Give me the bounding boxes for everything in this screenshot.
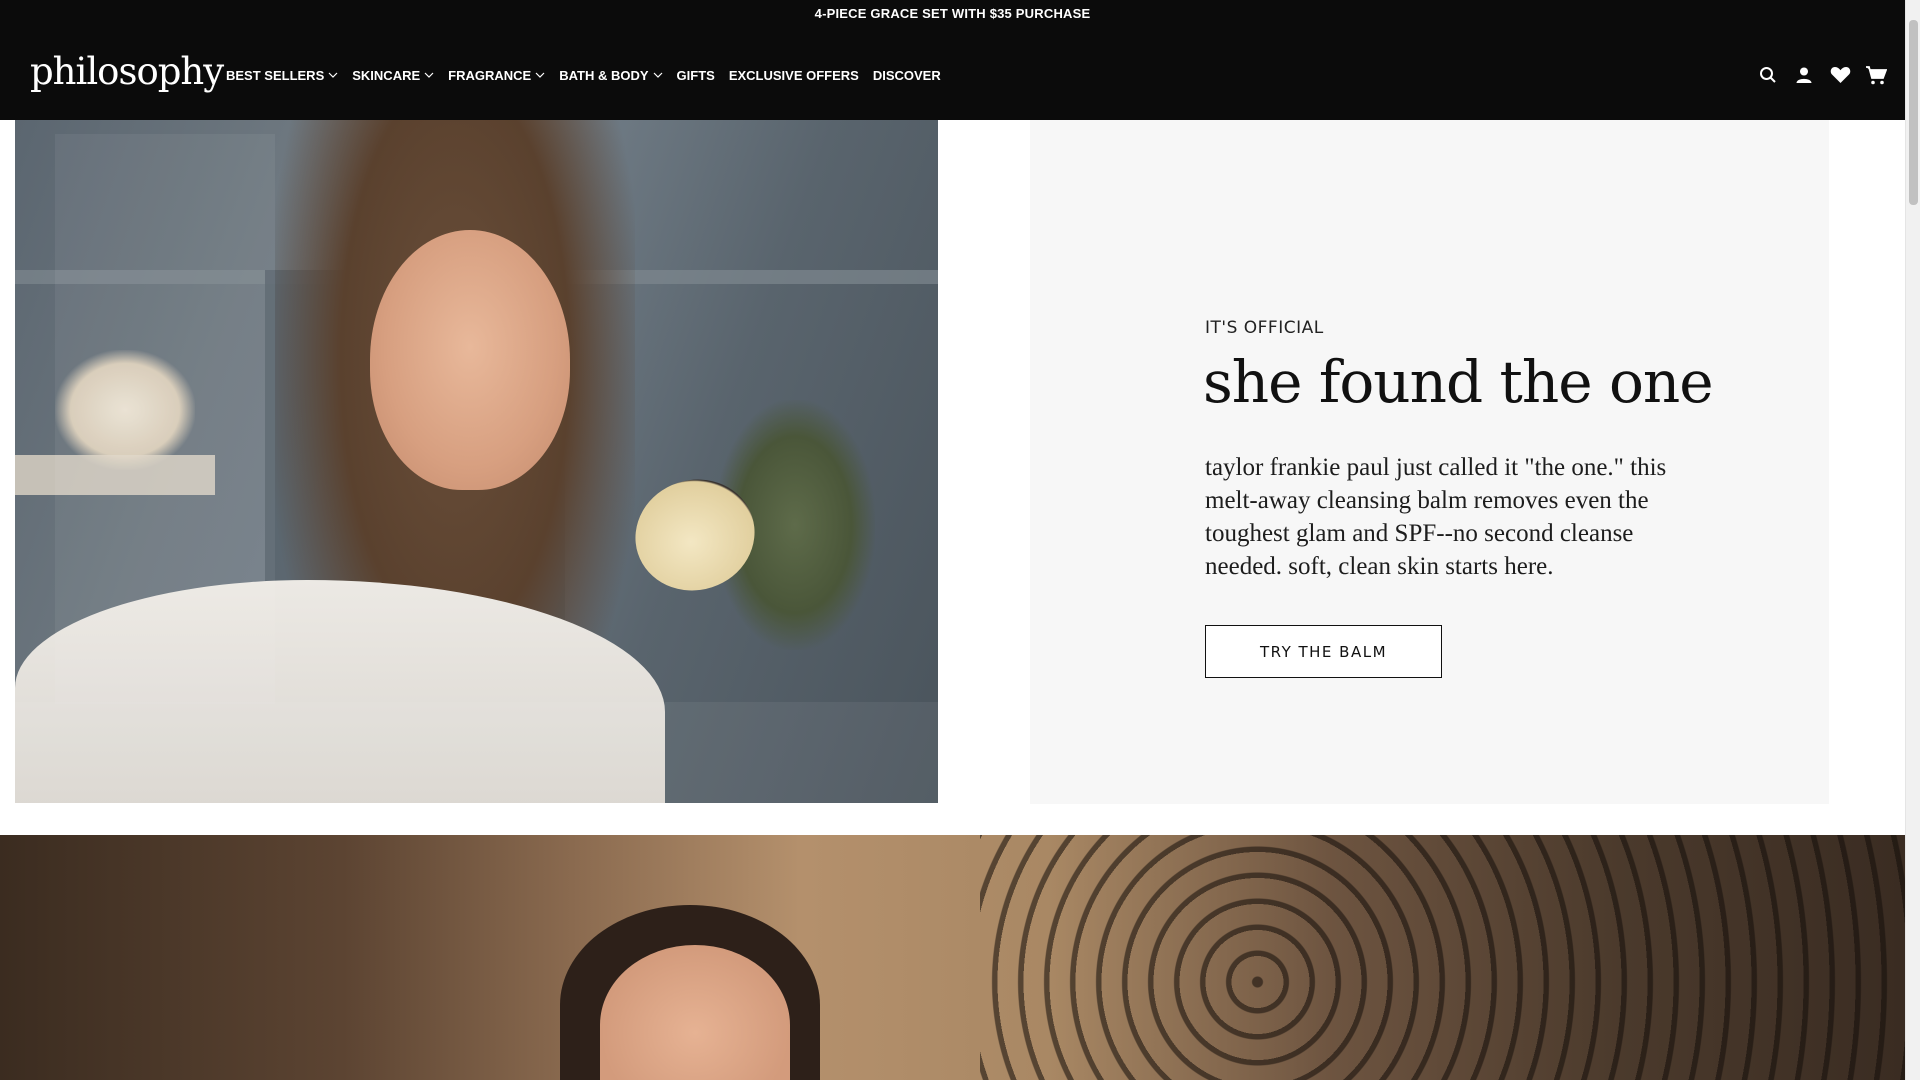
nav-item-discover[interactable]: DISCOVER (873, 66, 941, 84)
nav-item-best-sellers[interactable]: BEST SELLERS (226, 66, 338, 84)
cart-icon[interactable] (1865, 64, 1887, 86)
search-icon[interactable] (1757, 64, 1779, 86)
hero-video[interactable] (15, 120, 938, 803)
nav-item-label: EXCLUSIVE OFFERS (728, 67, 859, 83)
site-header: philosophy BEST SELLERS SKINCARE FRAGRAN… (0, 28, 1905, 120)
nav-item-label: GIFTS (676, 67, 715, 83)
hero-text-card: IT'S OFFICIAL she found the one taylor f… (1030, 120, 1829, 804)
video-person-face (370, 230, 570, 490)
chevron-down-icon (653, 70, 663, 80)
nav-item-label: BEST SELLERS (226, 67, 325, 83)
account-icon[interactable] (1793, 64, 1815, 86)
scrollbar-thumb[interactable] (1909, 20, 1918, 205)
page-scrollbar[interactable] (1905, 0, 1920, 1080)
nav-item-bath-body[interactable]: BATH & BODY (559, 66, 662, 84)
nav-item-gifts[interactable]: GIFTS (677, 66, 715, 84)
nav-item-label: FRAGRANCE (448, 67, 532, 83)
wishlist-heart-icon[interactable] (1829, 64, 1851, 86)
header-icons (1757, 64, 1887, 86)
secondary-hero-image[interactable] (0, 835, 1905, 1080)
nav-item-exclusive-offers[interactable]: EXCLUSIVE OFFERS (729, 66, 859, 84)
hero-body-text: taylor frankie paul just called it "the … (1205, 454, 1667, 580)
nav-item-label: SKINCARE (352, 67, 421, 83)
main-nav: BEST SELLERS SKINCARE FRAGRANCE BATH & B… (226, 66, 955, 84)
chevron-down-icon (535, 70, 545, 80)
nav-item-skincare[interactable]: SKINCARE (352, 66, 434, 84)
try-the-balm-button[interactable]: TRY THE BALM (1205, 625, 1442, 678)
chevron-down-icon (424, 70, 434, 80)
hero-headline: she found the one (1203, 348, 1714, 416)
nav-item-label: BATH & BODY (559, 67, 649, 83)
video-overlay (55, 134, 275, 704)
video-overlay-bottom (15, 702, 938, 803)
promo-banner[interactable]: 4-PIECE GRACE SET WITH $35 PURCHASE (0, 0, 1905, 28)
hero-eyebrow: IT'S OFFICIAL (1205, 318, 1324, 338)
philosophy-logo[interactable]: philosophy (30, 50, 224, 94)
nav-item-label: DISCOVER (872, 67, 941, 83)
chevron-down-icon (328, 70, 338, 80)
nav-item-fragrance[interactable]: FRAGRANCE (448, 66, 545, 84)
hero2-staircase-railing (980, 835, 1905, 1080)
